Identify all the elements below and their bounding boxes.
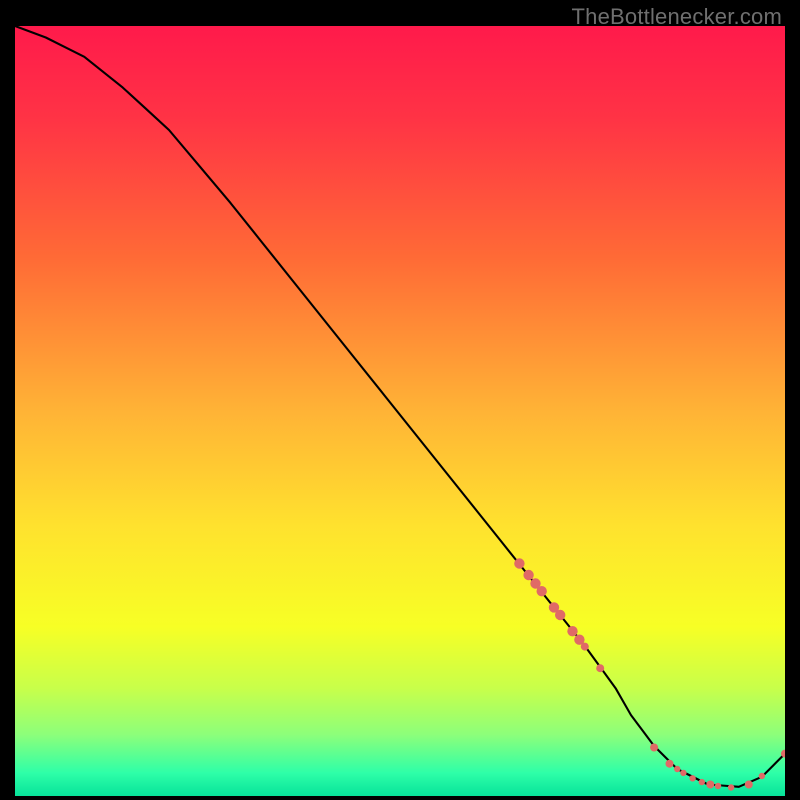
data-point — [650, 744, 658, 752]
data-point — [555, 610, 565, 620]
data-point — [596, 664, 604, 672]
data-point — [689, 775, 695, 781]
data-point — [728, 784, 734, 790]
data-point — [514, 558, 524, 568]
data-point — [715, 783, 721, 789]
gradient-background — [15, 26, 785, 796]
data-point — [567, 626, 577, 636]
data-point — [666, 760, 674, 768]
chart-container — [15, 26, 785, 796]
data-point — [680, 770, 686, 776]
data-point — [699, 779, 705, 785]
data-point — [706, 781, 714, 789]
bottleneck-chart — [15, 26, 785, 796]
data-point — [581, 643, 589, 651]
data-point — [537, 586, 547, 596]
data-point — [523, 570, 533, 580]
data-point — [745, 781, 753, 789]
data-point — [674, 766, 680, 772]
data-point — [759, 773, 765, 779]
